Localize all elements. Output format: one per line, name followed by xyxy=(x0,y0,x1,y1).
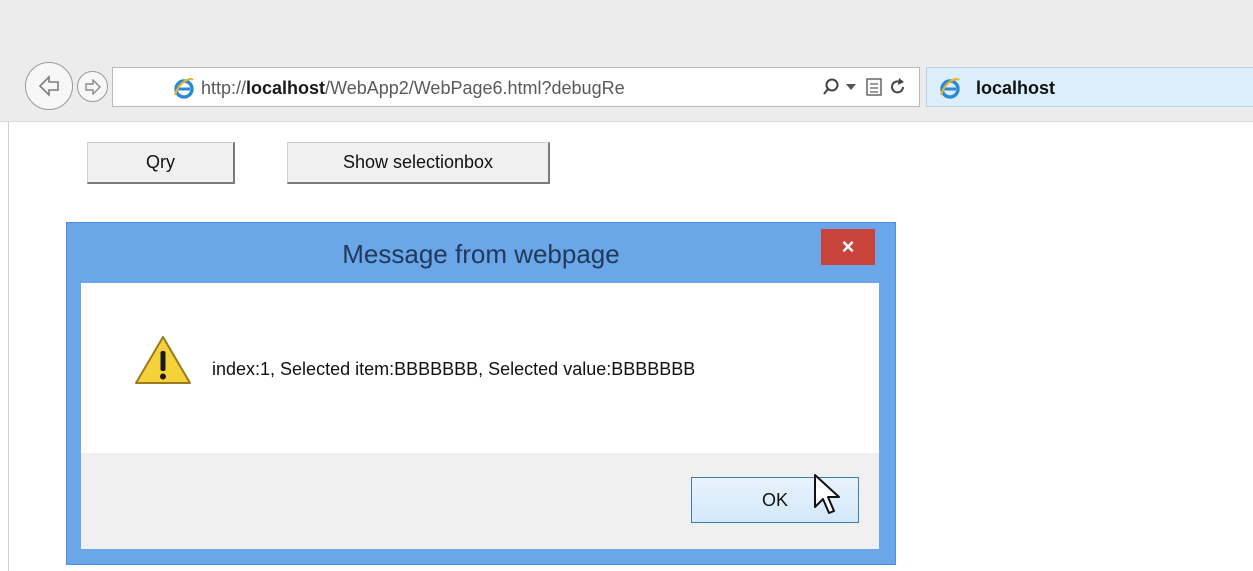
dialog-footer: OK xyxy=(81,453,879,549)
address-bar[interactable]: http://localhost/WebApp2/WebPage6.html?d… xyxy=(112,67,920,107)
warning-icon xyxy=(135,336,191,384)
dropdown-arrow-icon[interactable] xyxy=(846,84,856,90)
dialog-body: index:1, Selected item:BBBBBBB, Selected… xyxy=(81,283,879,453)
browser-chrome: http://localhost/WebApp2/WebPage6.html?d… xyxy=(0,0,1253,122)
mouse-cursor-icon xyxy=(814,474,840,514)
url-path: /WebApp2/WebPage6.html?debugRe xyxy=(325,78,625,98)
search-icon[interactable] xyxy=(822,77,840,97)
content-edge xyxy=(8,121,9,571)
alert-dialog: Message from webpage × index:1, Selected… xyxy=(66,222,896,565)
back-button[interactable] xyxy=(25,62,73,110)
back-arrow-icon xyxy=(38,75,59,97)
show-selectionbox-button[interactable]: Show selectionbox xyxy=(287,142,550,184)
close-button[interactable]: × xyxy=(821,229,875,265)
url-host: localhost xyxy=(246,78,326,98)
qry-button[interactable]: Qry xyxy=(87,142,235,184)
dialog-message: index:1, Selected item:BBBBBBB, Selected… xyxy=(212,359,696,379)
forward-button[interactable] xyxy=(77,71,108,102)
url-text[interactable]: http://localhost/WebApp2/WebPage6.html?d… xyxy=(201,78,819,99)
tab-label: localhost xyxy=(976,78,1056,98)
dialog-title: Message from webpage xyxy=(342,239,620,269)
compatibility-view-icon[interactable] xyxy=(865,77,883,97)
url-protocol: http:// xyxy=(201,78,247,98)
forward-arrow-icon xyxy=(84,78,101,95)
tab-localhost[interactable]: localhost xyxy=(926,67,1253,107)
close-icon: × xyxy=(841,234,855,259)
refresh-icon[interactable] xyxy=(889,77,907,97)
ie-logo-icon xyxy=(939,78,960,99)
ie-logo-icon xyxy=(173,78,194,99)
